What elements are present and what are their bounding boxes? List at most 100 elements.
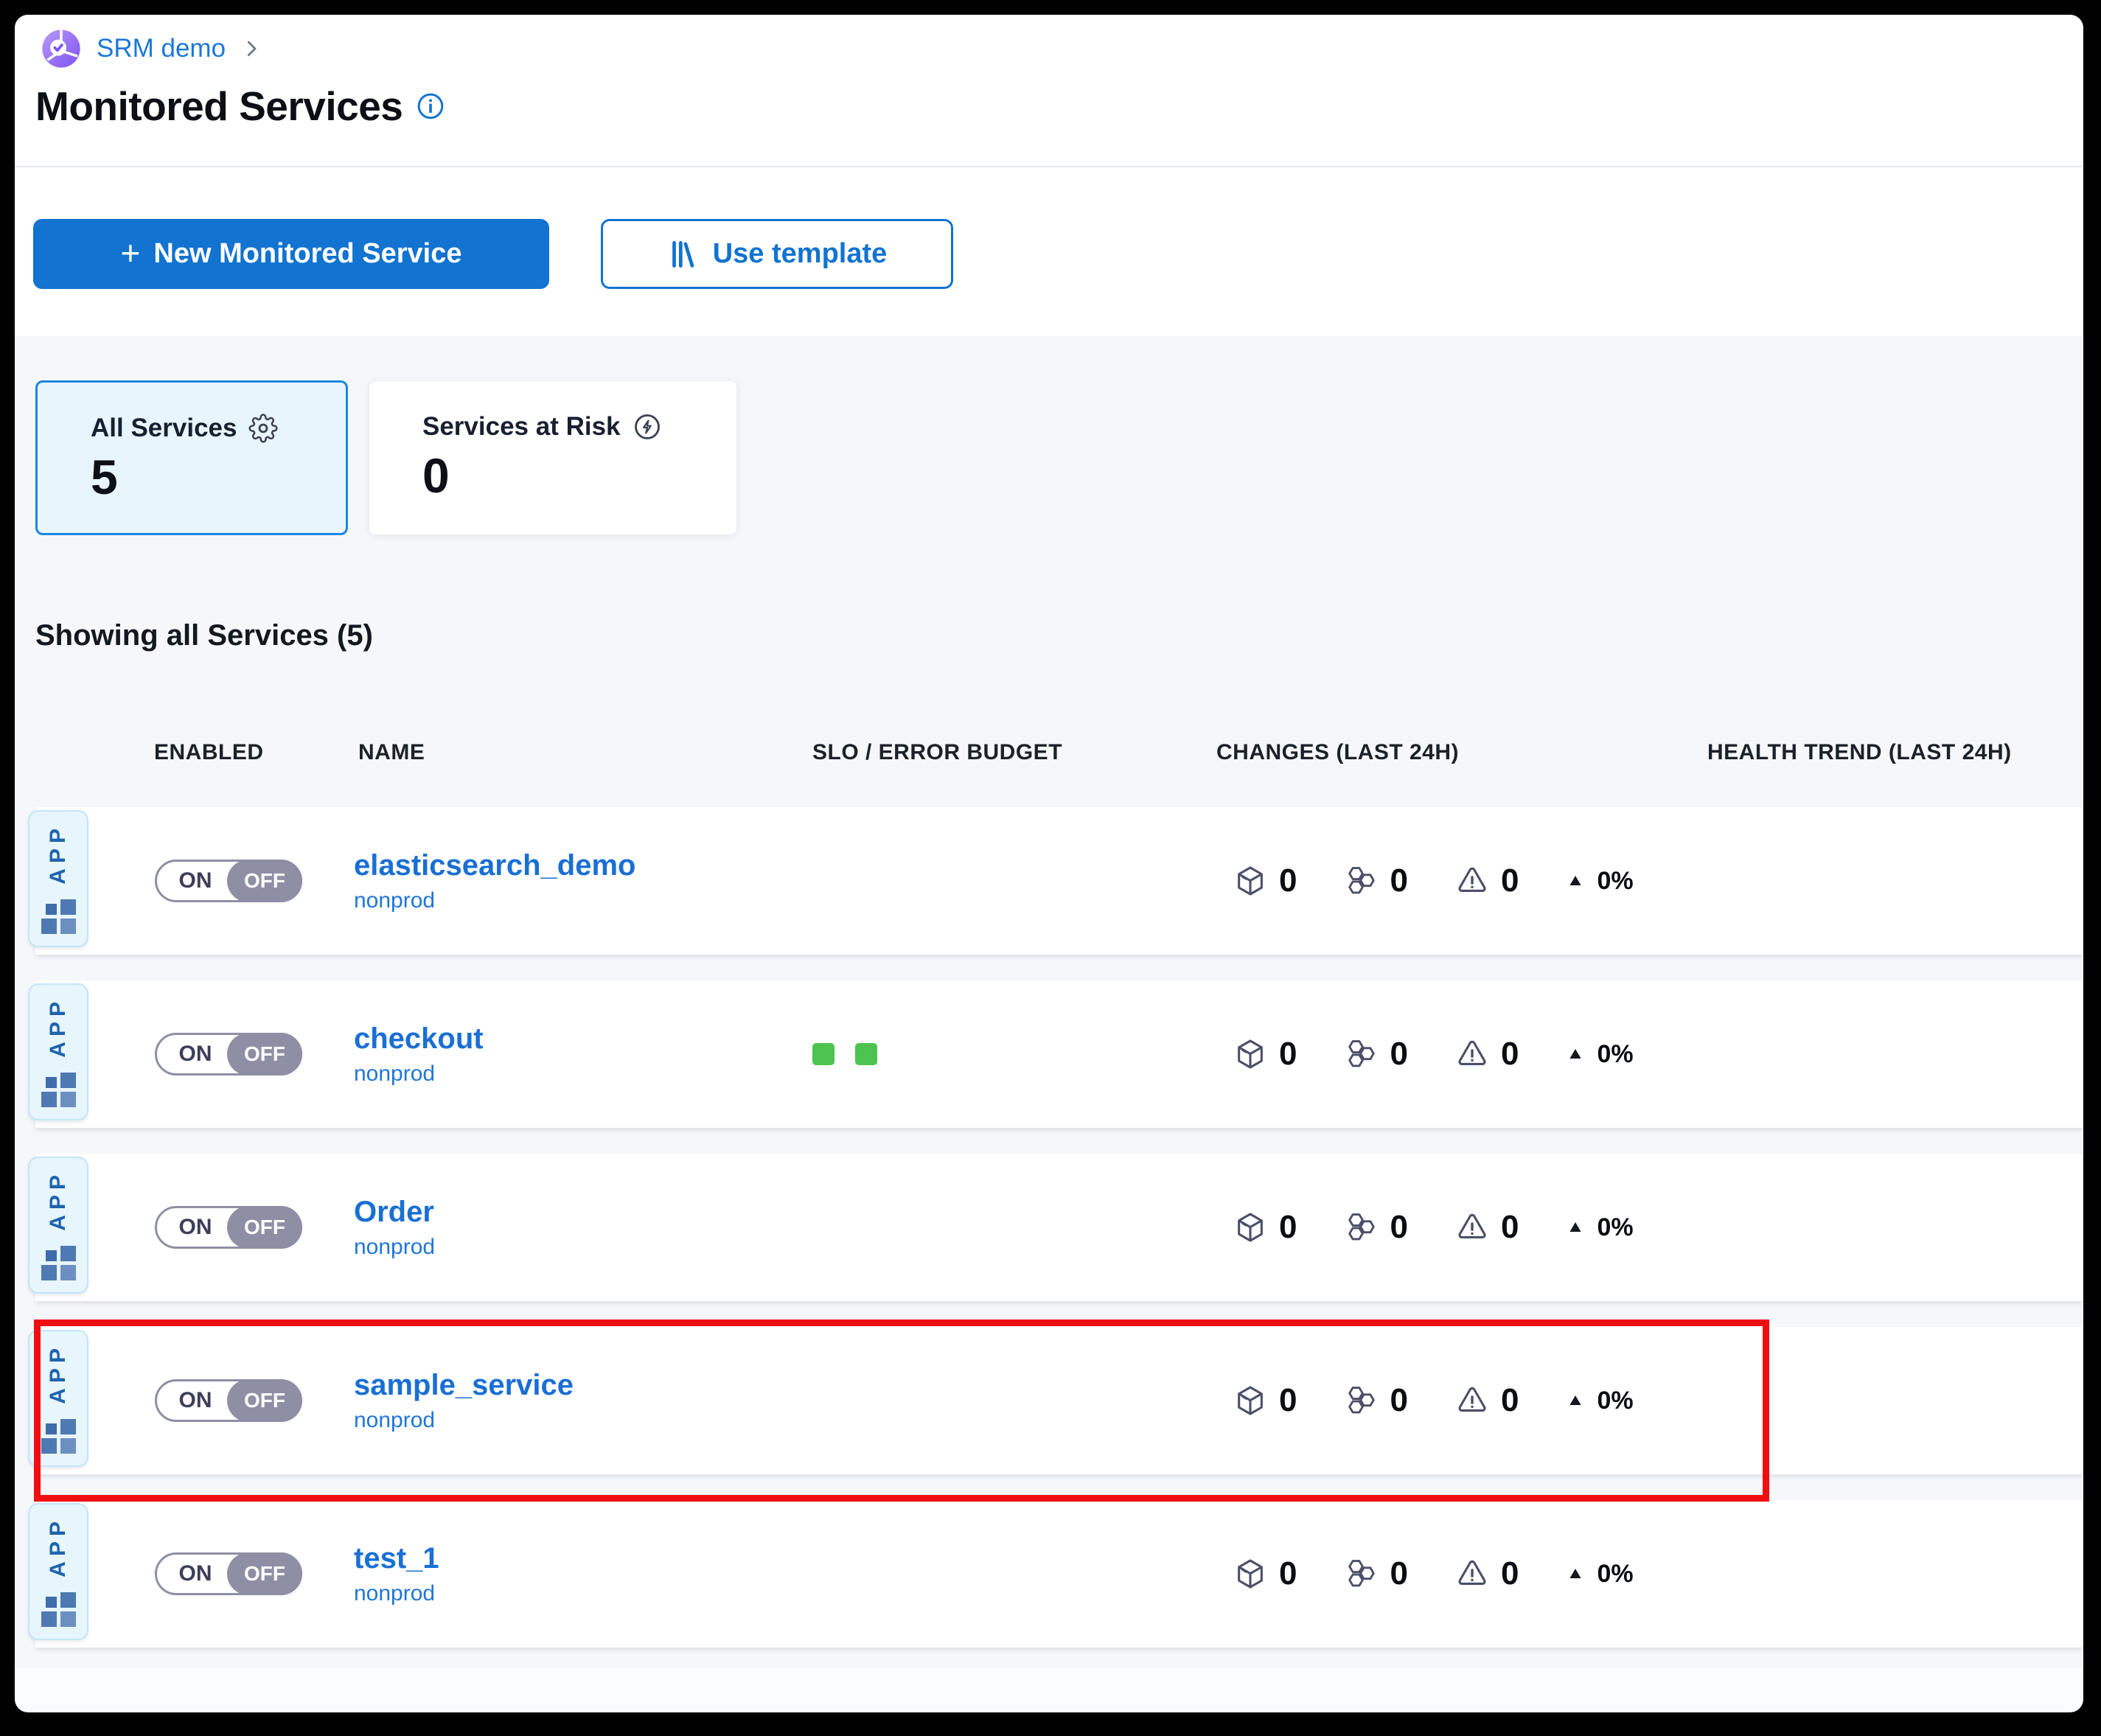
service-row-card: ON OFF sample_service nonprod 0 0 0 0% [35,1327,2083,1474]
app-grid-icon [41,1073,76,1107]
app-badge-label: APP [46,1170,71,1231]
changes-cell: 0 0 0 0% [1219,1382,1634,1419]
alert-triangle-icon [1455,1384,1489,1418]
deployments-count: 0 [1279,1209,1297,1246]
table-row: APP ON OFF checkout nonprod [35,980,2083,1128]
toggle-on-label: ON [157,862,234,900]
service-env: nonprod [354,888,796,913]
deployments-count: 0 [1279,862,1297,899]
all-services-label: All Services [91,414,237,443]
app-grid-icon [41,1246,76,1280]
deployments-count: 0 [1279,1555,1297,1592]
service-env: nonprod [354,1062,796,1087]
column-changes: CHANGES (LAST 24H) [1216,740,1459,765]
package-icon [1233,1384,1267,1418]
gear-icon [248,414,278,443]
project-avatar-icon [41,28,82,69]
trend-percent: 0% [1597,1387,1633,1415]
app-badge-label: APP [46,997,71,1058]
trend-up-icon [1566,1391,1585,1410]
slo-status-square[interactable] [855,1043,877,1065]
new-monitored-service-button[interactable]: + New Monitored Service [33,219,549,289]
changes-cell: 0 0 0 0% [1219,862,1634,899]
list-heading: Showing all Services (5) [35,618,2083,653]
toggle-off-label: OFF [227,1033,302,1076]
service-name-link[interactable]: elasticsearch_demo [354,849,635,882]
toggle-on-label: ON [157,1381,234,1420]
services-count: 0 [1390,862,1407,899]
column-name: NAME [358,740,425,765]
page-title: Monitored Services [35,83,403,130]
alerts-count: 0 [1501,1555,1519,1592]
service-name-link[interactable]: checkout [354,1022,484,1056]
alerts-count: 0 [1501,862,1519,899]
services-at-risk-card[interactable]: Services at Risk 0 [369,380,737,535]
info-icon[interactable] [416,91,445,121]
trend-up-icon [1566,1045,1585,1064]
app-type-tab[interactable]: APP [28,983,88,1120]
trend-percent: 0% [1597,1213,1633,1242]
chevron-right-icon [240,38,262,60]
services-count: 0 [1390,1555,1407,1592]
breadcrumb[interactable]: SRM demo [41,28,262,69]
alert-triangle-icon [1455,1210,1489,1244]
table-row: APP ON OFF Order nonprod [35,1154,2083,1301]
enabled-toggle[interactable]: ON OFF [155,860,302,902]
enabled-toggle[interactable]: ON OFF [155,1379,302,1422]
service-env: nonprod [354,1408,796,1433]
use-template-button[interactable]: Use template [601,219,953,289]
trend-up-icon [1566,1564,1585,1583]
page-header: SRM demo Monitored Services [15,15,2083,167]
table-header-row: ENABLED NAME SLO / ERROR BUDGET CHANGES … [35,740,2083,770]
app-type-tab[interactable]: APP [28,1157,88,1294]
deployments-count: 0 [1279,1382,1297,1419]
alert-triangle-icon [1455,864,1489,898]
package-icon [1233,1210,1267,1244]
service-name-link[interactable]: sample_service [354,1369,574,1402]
service-row-card: ON OFF Order nonprod 0 0 0 0% [35,1154,2083,1301]
toggle-on-label: ON [157,1208,234,1247]
toggle-on-label: ON [157,1035,234,1073]
services-count: 0 [1390,1036,1407,1073]
app-grid-icon [41,1419,76,1454]
services-at-risk-label: Services at Risk [422,412,621,442]
template-library-icon [667,238,700,271]
slo-status-square[interactable] [812,1043,835,1065]
trend-percent: 0% [1597,1040,1633,1069]
trend-up-icon [1566,1218,1585,1237]
column-health-trend: HEALTH TREND (LAST 24H) [1707,740,2012,765]
enabled-toggle[interactable]: ON OFF [155,1033,302,1076]
table-row: APP ON OFF test_1 nonprod [35,1500,2083,1648]
breadcrumb-project-link[interactable]: SRM demo [97,34,226,63]
honeycomb-icon [1344,1037,1378,1071]
bolt-circle-icon [633,412,662,442]
alert-triangle-icon [1455,1557,1489,1591]
all-services-card[interactable]: All Services 5 [35,380,348,535]
app-type-tab[interactable]: APP [28,1503,88,1640]
table-row: APP ON OFF elasticsearch_demo nonprod [35,807,2083,955]
toggle-off-label: OFF [227,860,302,902]
use-template-label: Use template [713,238,888,270]
services-count: 0 [1390,1209,1407,1246]
services-table: APP ON OFF elasticsearch_demo nonprod [35,807,2083,1648]
column-enabled: ENABLED [154,740,264,765]
toggle-off-label: OFF [227,1379,302,1422]
services-at-risk-count: 0 [422,447,736,503]
service-name-link[interactable]: test_1 [354,1542,439,1575]
deployments-count: 0 [1279,1036,1297,1073]
summary-cards: All Services 5 Services at Risk 0 [35,380,2083,535]
app-badge-label: APP [46,823,71,885]
honeycomb-icon [1344,864,1378,898]
service-name-link[interactable]: Order [354,1196,434,1229]
enabled-toggle[interactable]: ON OFF [155,1552,302,1595]
app-type-tab[interactable]: APP [28,1330,88,1467]
app-type-tab[interactable]: APP [28,810,88,947]
trend-percent: 0% [1597,867,1633,896]
column-slo: SLO / ERROR BUDGET [812,740,1062,765]
slo-cell [796,1043,1219,1065]
honeycomb-icon [1344,1557,1378,1591]
changes-cell: 0 0 0 0% [1219,1555,1634,1592]
alerts-count: 0 [1501,1382,1519,1419]
all-services-count: 5 [91,449,346,505]
enabled-toggle[interactable]: ON OFF [155,1206,302,1249]
